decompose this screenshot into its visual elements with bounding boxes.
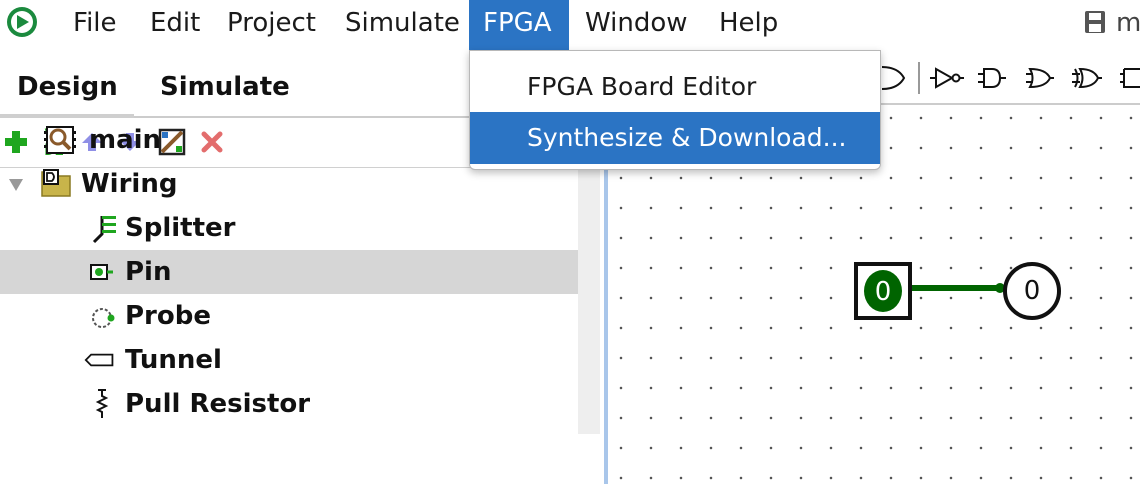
input-pin-value: 0 [864, 270, 902, 312]
tree-item-label: Wiring [81, 169, 178, 199]
gate-icon-partial[interactable] [1120, 64, 1140, 92]
tunnel-icon [84, 353, 114, 367]
tree-item-pin[interactable]: Pin [0, 250, 578, 294]
app-logo-icon [7, 7, 37, 37]
tree-item-label: Pin [125, 257, 172, 287]
toolbar-separator [918, 62, 920, 94]
pull-resistor-icon [95, 389, 109, 418]
menu-item-synthesize-download[interactable]: Synthesize & Download... [470, 112, 880, 164]
output-pin[interactable]: 0 [1003, 262, 1061, 320]
menu-window[interactable]: Window [571, 0, 702, 50]
pin-icon [90, 264, 113, 280]
save-icon[interactable] [1084, 10, 1106, 34]
tab-design[interactable]: Design [17, 50, 118, 116]
xor-gate-icon[interactable] [1072, 64, 1102, 92]
fpga-menu-dropdown: FPGA Board Editor Synthesize & Download.… [469, 50, 881, 170]
and-gate-icon[interactable] [978, 64, 1006, 92]
or-gate-icon-2[interactable] [1026, 64, 1054, 92]
menu-project[interactable]: Project [213, 0, 330, 50]
circuit-magnifier-icon [44, 126, 76, 154]
tree-item-probe[interactable]: Probe [0, 294, 578, 338]
splitter-icon [92, 216, 116, 244]
tree-item-label: main [89, 125, 162, 155]
wiring-folder-icon [41, 169, 71, 197]
input-pin[interactable]: 0 [854, 262, 912, 320]
tree-item-tunnel[interactable]: Tunnel [0, 338, 578, 382]
menu-file[interactable]: File [59, 0, 131, 50]
tree-item-label: Probe [125, 301, 211, 331]
probe-icon [92, 308, 115, 328]
tree-item-pull-resistor[interactable]: Pull Resistor [0, 382, 578, 426]
menu-help[interactable]: Help [705, 0, 792, 50]
menu-item-fpga-board-editor[interactable]: FPGA Board Editor [470, 61, 880, 113]
menu-edit[interactable]: Edit [136, 0, 214, 50]
window-title-fragment: m [1116, 8, 1140, 38]
menu-simulate[interactable]: Simulate [331, 0, 474, 50]
not-gate-icon[interactable] [930, 64, 964, 92]
tree-item-label: Splitter [125, 213, 236, 243]
menu-fpga[interactable]: FPGA [469, 0, 569, 50]
tab-simulate[interactable]: Simulate [160, 50, 290, 116]
chevron-down-icon[interactable] [8, 178, 24, 192]
tree-item-label: Pull Resistor [125, 389, 311, 419]
or-gate-icon[interactable] [880, 64, 906, 92]
tree-item-label: Tunnel [125, 345, 222, 375]
tree-item-splitter[interactable]: Splitter [0, 206, 578, 250]
menu-bar: File Edit Project Simulate FPGA Window H… [0, 0, 1140, 50]
